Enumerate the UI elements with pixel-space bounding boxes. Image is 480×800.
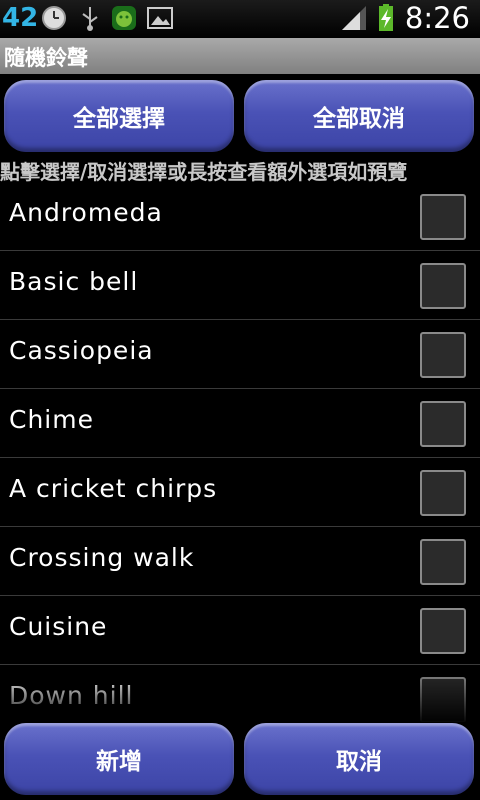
status-bar: 42 8:26	[0, 0, 480, 38]
notification-count: 42	[2, 3, 39, 33]
ringtone-label: Crossing walk	[9, 543, 195, 572]
android-icon	[112, 6, 136, 30]
ringtone-checkbox[interactable]	[420, 608, 466, 654]
ringtone-label: Basic bell	[9, 267, 139, 296]
list-item[interactable]: A cricket chirps	[0, 458, 480, 527]
list-item[interactable]: Cuisine	[0, 596, 480, 665]
list-item[interactable]: Basic bell	[0, 251, 480, 320]
ringtone-checkbox[interactable]	[420, 401, 466, 447]
ringtone-checkbox[interactable]	[420, 470, 466, 516]
usb-icon	[82, 7, 98, 31]
ringtone-list[interactable]: Andromeda Basic bell Cassiopeia Chime A …	[0, 182, 480, 722]
list-item[interactable]: Andromeda	[0, 182, 480, 251]
ringtone-checkbox[interactable]	[420, 677, 466, 722]
ringtone-checkbox[interactable]	[420, 263, 466, 309]
ringtone-label: Andromeda	[9, 198, 163, 227]
ringtone-label: Cuisine	[9, 612, 108, 641]
ringtone-label: Chime	[9, 405, 94, 434]
ringtone-label: Down hill	[9, 681, 134, 710]
list-item[interactable]: Down hill	[0, 665, 480, 722]
list-item[interactable]: Crossing walk	[0, 527, 480, 596]
clock-icon	[42, 6, 66, 30]
ringtone-checkbox[interactable]	[420, 539, 466, 585]
instruction-text: 點擊選擇/取消選擇或長按查看額外選項如預覽	[0, 160, 408, 184]
add-button[interactable]: 新增	[4, 723, 234, 795]
list-item[interactable]: Chime	[0, 389, 480, 458]
ringtone-checkbox[interactable]	[420, 194, 466, 240]
ringtone-label: A cricket chirps	[9, 474, 218, 503]
gallery-icon	[147, 7, 173, 29]
title-bar: 隨機鈴聲	[0, 38, 480, 74]
deselect-all-button[interactable]: 全部取消	[244, 80, 474, 152]
ringtone-label: Cassiopeia	[9, 336, 154, 365]
list-item[interactable]: Cassiopeia	[0, 320, 480, 389]
battery-charging-icon	[379, 4, 393, 31]
clock-time: 8:26	[404, 1, 470, 35]
select-all-button[interactable]: 全部選擇	[4, 80, 234, 152]
cancel-button[interactable]: 取消	[244, 723, 474, 795]
page-title: 隨機鈴聲	[4, 46, 88, 70]
signal-icon	[342, 6, 366, 30]
ringtone-checkbox[interactable]	[420, 332, 466, 378]
